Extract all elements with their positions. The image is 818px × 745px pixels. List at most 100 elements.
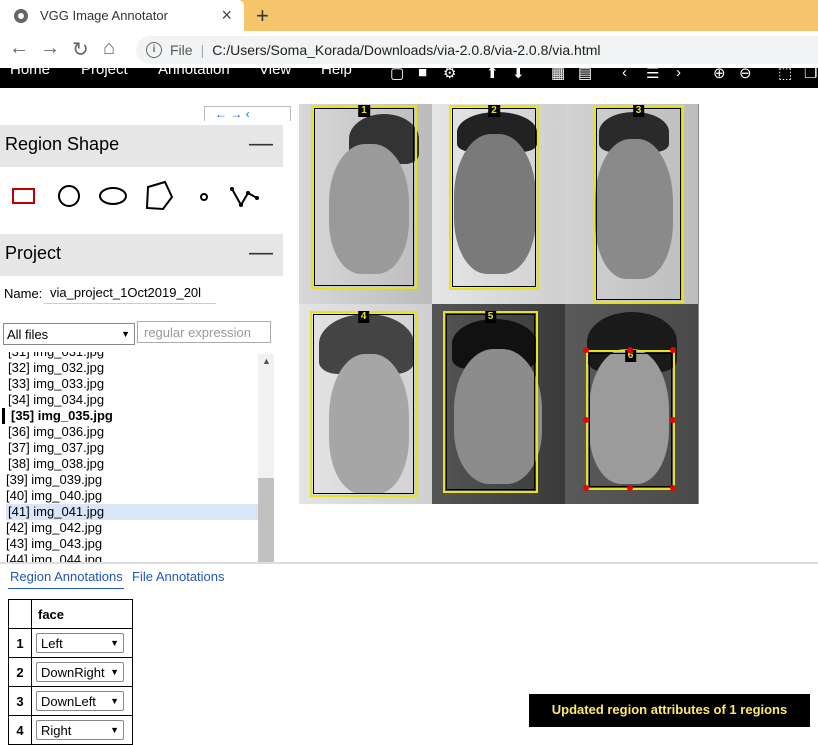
zoom-in-icon[interactable]: ⊕ [713,68,726,82]
import-icon[interactable]: ⬆ [486,68,499,82]
file-list-item[interactable]: [42] img_042.jpg [6,520,256,536]
region-box[interactable]: 5 [443,311,538,493]
region-box[interactable]: 3 [593,105,684,303]
file-list-scrollbar[interactable]: ▲ [258,354,274,564]
region-label: 4 [357,311,370,323]
file-list-item[interactable]: [44] img_044.jpg [6,552,256,562]
region-label: 3 [632,105,645,117]
polyline-shape-icon[interactable] [231,188,258,208]
file-list-item[interactable]: [38] img_038.jpg [8,456,258,472]
resize-handle[interactable] [627,485,633,491]
select-all-icon[interactable]: ⬚ [778,68,792,82]
file-filter-value: All files [7,326,49,342]
region-box[interactable]: 1 [311,105,417,289]
face-select[interactable]: DownLeft ▼ [36,691,124,711]
project-header[interactable]: Project — [0,234,283,276]
forward-icon[interactable]: → [40,37,60,60]
menu-help[interactable]: Help [321,68,352,78]
menu-project[interactable]: Project [81,68,128,78]
resize-handle[interactable] [670,417,676,423]
ellipse-shape-icon[interactable] [99,187,127,205]
circle-shape-icon[interactable] [58,185,80,207]
face-select[interactable]: DownRight ▼ [36,662,124,682]
menu-view[interactable]: View [259,68,291,78]
file-list[interactable]: [31] img_031.jpg [32] img_032.jpg [33] i… [2,352,276,562]
close-tab-icon[interactable]: × [221,5,232,26]
point-shape-icon[interactable] [200,193,208,201]
resize-handle[interactable] [583,417,589,423]
region-box[interactable]: 4 [310,311,417,497]
file-list-item[interactable]: [39] img_039.jpg [6,472,256,488]
file-list-item[interactable]: [31] img_031.jpg [8,352,258,360]
image-thumbnail[interactable]: 2 [432,104,565,304]
file-list-item[interactable]: [36] img_036.jpg [8,424,258,440]
regex-filter-input[interactable]: regular expression [137,321,271,343]
collapse-icon[interactable]: — [249,239,273,267]
region-shape-header[interactable]: Region Shape — [0,125,283,167]
scroll-up-icon[interactable]: ▲ [262,356,271,366]
file-list-item-selected[interactable]: [41] img_041.jpg [6,504,258,520]
download-icon[interactable]: ⬇ [512,68,525,82]
image-view-icon[interactable]: ▤ [578,68,592,82]
file-list-item-current[interactable]: [35] img_035.jpg [2,408,261,424]
status-message: Updated region attributes of 1 regions [529,694,810,727]
file-filter-select[interactable]: All files ▼ [3,323,135,345]
copy-icon[interactable]: ❐ [804,68,817,82]
file-list-item[interactable]: [33] img_033.jpg [8,376,258,392]
tab-file-annotations[interactable]: File Annotations [132,569,225,584]
resize-handle[interactable] [583,347,589,353]
table-row: 4 Right ▼ [8,715,133,745]
resize-handle[interactable] [670,347,676,353]
url-bar[interactable]: i File | C:/Users/Soma_Korada/Downloads/… [136,36,818,64]
collapse-icon[interactable]: — [249,130,273,158]
home-icon[interactable]: ⌂ [103,37,115,60]
next-image-icon[interactable]: › [676,68,681,81]
region-box[interactable]: 2 [449,105,539,290]
scrollbar-thumb[interactable] [258,478,274,564]
rectangle-shape-icon[interactable] [12,188,35,204]
active-tab-indicator [8,588,124,589]
panel-divider[interactable] [0,562,818,564]
zoom-out-icon[interactable]: ⊖ [739,68,752,82]
row-id: 3 [8,686,32,716]
resize-handle[interactable] [670,485,676,491]
resize-handle[interactable] [583,485,589,491]
file-list-item[interactable]: [40] img_040.jpg [6,488,256,504]
file-list-item[interactable]: [43] img_043.jpg [6,536,256,552]
list-icon[interactable]: ☰ [646,68,659,82]
face-select[interactable]: Right ▼ [36,720,124,740]
image-thumbnail[interactable]: 1 [299,104,432,304]
table-row: 2 DownRight ▼ [8,657,133,687]
prev-image-icon[interactable]: ‹ [622,68,627,81]
info-icon[interactable]: i [146,42,162,58]
image-thumbnail[interactable]: 6 [565,304,698,504]
resize-handle[interactable] [627,347,633,353]
file-list-item[interactable]: [37] img_037.jpg [8,440,258,456]
file-list-item[interactable]: [34] img_034.jpg [8,392,258,408]
image-nav-arrows[interactable]: ← → ‹ [204,106,291,121]
image-thumbnail[interactable]: 3 [565,104,698,304]
file-list-item[interactable]: [32] img_032.jpg [8,360,258,376]
region-box-selected[interactable]: 6 [586,350,675,490]
save-icon[interactable]: ■ [418,68,427,81]
menu-annotation[interactable]: Annotation [158,68,230,78]
region-label: 5 [484,311,497,323]
tab-region-annotations[interactable]: Region Annotations [10,569,123,584]
image-thumbnail[interactable]: 5 [432,304,565,504]
dropdown-arrow-icon: ▼ [110,696,119,706]
project-name-input[interactable]: via_project_1Oct2019_20l [44,283,216,304]
menu-home[interactable]: Home [10,68,50,78]
url-text[interactable]: C:/Users/Soma_Korada/Downloads/via-2.0.8… [212,42,600,58]
dropdown-arrow-icon: ▼ [110,667,119,677]
face-select[interactable]: Left ▼ [36,633,124,653]
image-thumbnail[interactable]: 4 [299,304,432,504]
settings-icon[interactable]: ⚙ [443,68,456,82]
new-tab-button[interactable]: + [256,3,269,29]
region-attributes-table: face 1 Left ▼ 2 DownRight ▼ 3 DownLeft ▼ 4 … [8,599,133,745]
grid-view-icon[interactable]: ▦ [551,68,565,82]
reload-icon[interactable]: ↻ [72,37,89,62]
back-icon[interactable]: ← [9,37,29,60]
open-file-icon[interactable]: ▢ [390,68,404,82]
browser-tab[interactable]: VGG Image Annotator × [0,0,244,31]
polygon-shape-icon[interactable] [145,180,174,211]
